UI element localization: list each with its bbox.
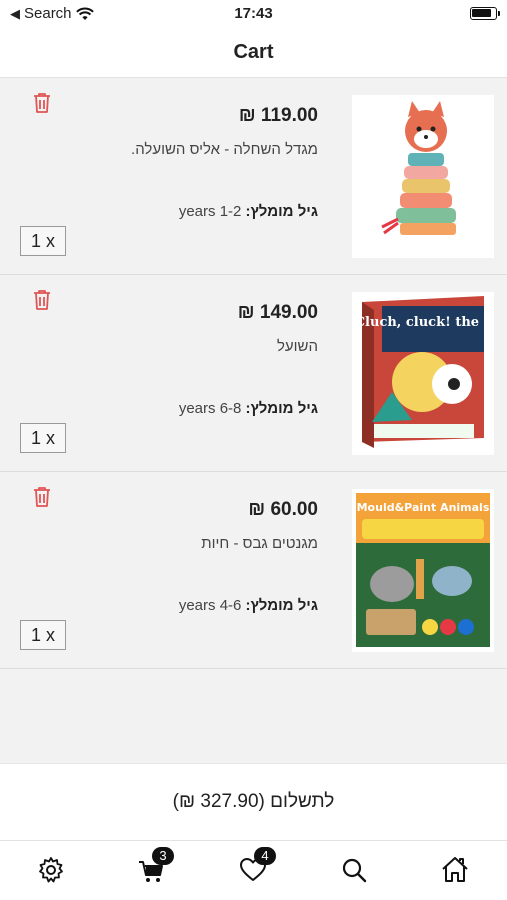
item-price: 119.00 ₪	[238, 105, 318, 126]
tab-bar: 3 4	[0, 840, 507, 900]
age-value: 1-2 years	[178, 203, 242, 220]
age-value: 4-6 years	[178, 597, 242, 614]
kit-title: Mould&Paint Animals	[357, 501, 490, 514]
age-label: גיל מומלץ:	[245, 597, 318, 614]
cart-item[interactable]: 119.00 ₪ מגדל השחלה - אליס השועלה. גיל מ…	[0, 78, 507, 275]
product-image[interactable]: Cluch, cluck! the fox!	[352, 292, 494, 455]
cart-item[interactable]: 60.00 ₪ מגנטים גבס - חיות גיל מומלץ: 4-6…	[0, 472, 507, 669]
quantity-button[interactable]: 1 x	[20, 620, 66, 650]
search-icon	[342, 858, 367, 883]
product-image[interactable]	[352, 95, 494, 258]
tab-cart[interactable]: 3	[136, 847, 174, 887]
tab-search[interactable]	[339, 855, 371, 887]
trash-icon[interactable]	[32, 486, 52, 508]
status-time: 17:43	[234, 5, 273, 22]
item-price: 60.00 ₪	[248, 499, 318, 520]
navigation-bar: Cart	[0, 28, 507, 78]
checkout-bar[interactable]: לתשלום (327.90 ₪)	[0, 763, 507, 840]
item-age: גיל מומלץ: 4-6 years	[179, 597, 318, 614]
gear-icon	[39, 857, 63, 883]
item-name: מגדל השחלה - אליס השועלה.	[131, 141, 318, 158]
cart-item[interactable]: 149.00 ₪ השועל גיל מומלץ: 6-8 years 1 x …	[0, 275, 507, 472]
quantity-button[interactable]: 1 x	[20, 226, 66, 256]
home-icon	[442, 857, 468, 882]
trash-icon[interactable]	[32, 92, 52, 114]
trash-icon[interactable]	[32, 289, 52, 311]
box-title: Cluch, cluck! the fox!	[355, 315, 494, 330]
product-image[interactable]: Mould&Paint Animals	[352, 489, 494, 652]
item-name: מגנטים גבס - חיות	[201, 535, 318, 552]
battery-icon	[470, 7, 500, 20]
item-age: גיל מומלץ: 1-2 years	[179, 203, 318, 220]
age-label: גיל מומלץ:	[245, 400, 318, 417]
checkout-button[interactable]: לתשלום (327.90 ₪)	[0, 764, 507, 840]
tab-home[interactable]	[440, 855, 472, 887]
item-price: 149.00 ₪	[237, 302, 318, 323]
tab-settings[interactable]	[36, 855, 68, 887]
status-bar: ◀ Search 17:43	[0, 0, 507, 28]
page-title: Cart	[233, 41, 274, 63]
item-age: גיל מומלץ: 6-8 years	[179, 400, 318, 417]
quantity-button[interactable]: 1 x	[20, 423, 66, 453]
cart-count-badge: 3	[152, 847, 174, 865]
age-label: גיל מומלץ:	[245, 203, 318, 220]
favorites-count-badge: 4	[254, 847, 276, 865]
age-value: 6-8 years	[178, 400, 242, 417]
item-name: השועל	[276, 338, 318, 355]
tab-favorites[interactable]: 4	[238, 847, 276, 887]
cart-list: 119.00 ₪ מגדל השחלה - אליס השועלה. גיל מ…	[0, 78, 507, 669]
